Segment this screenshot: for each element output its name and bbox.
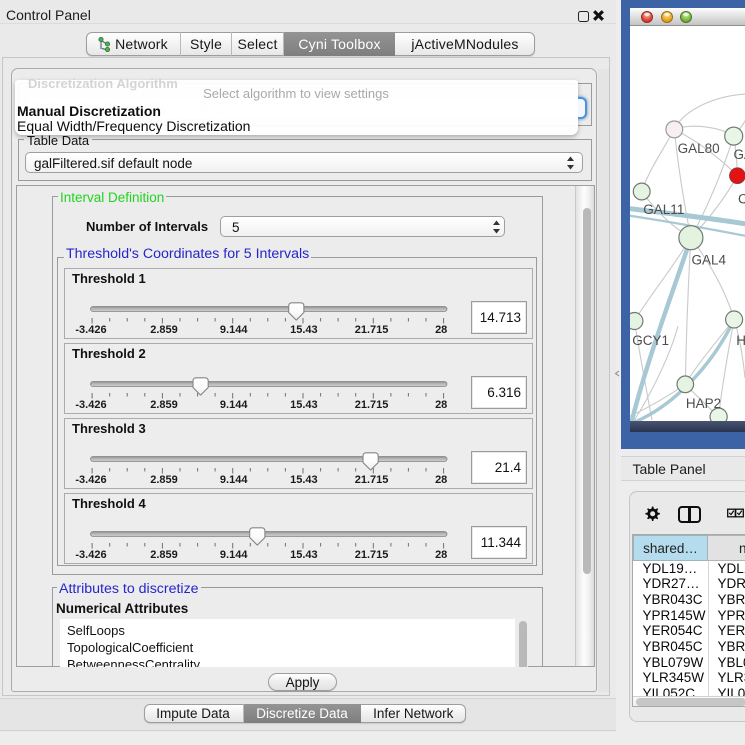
svg-text:GA: GA — [733, 147, 745, 162]
svg-text:C: C — [738, 192, 745, 207]
svg-text:GCY1: GCY1 — [632, 333, 669, 348]
svg-text:H: H — [736, 333, 745, 348]
svg-text:HAP2: HAP2 — [685, 396, 720, 411]
svg-text:GAL80: GAL80 — [677, 141, 719, 156]
svg-text:GAL4: GAL4 — [691, 253, 726, 268]
svg-text:GAL11: GAL11 — [643, 202, 684, 217]
